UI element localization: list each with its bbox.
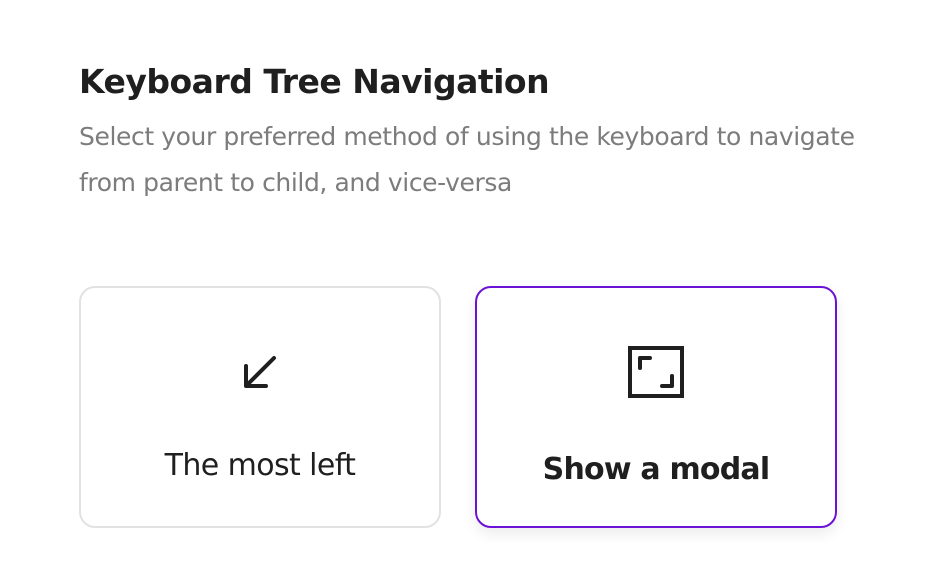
- option-label: The most left: [164, 448, 356, 483]
- section-description: Select your preferred method of using th…: [79, 122, 855, 197]
- arrow-down-left-icon: [244, 356, 276, 388]
- option-card-most-left[interactable]: The most left: [79, 286, 441, 528]
- keyboard-navigation-settings: Keyboard Tree Navigation Select your pre…: [0, 0, 936, 578]
- option-label: Show a modal: [542, 452, 771, 487]
- option-card-show-modal[interactable]: Show a modal: [475, 286, 837, 528]
- section-title: Keyboard Tree Navigation: [79, 62, 550, 101]
- expand-frame-icon: [628, 346, 684, 398]
